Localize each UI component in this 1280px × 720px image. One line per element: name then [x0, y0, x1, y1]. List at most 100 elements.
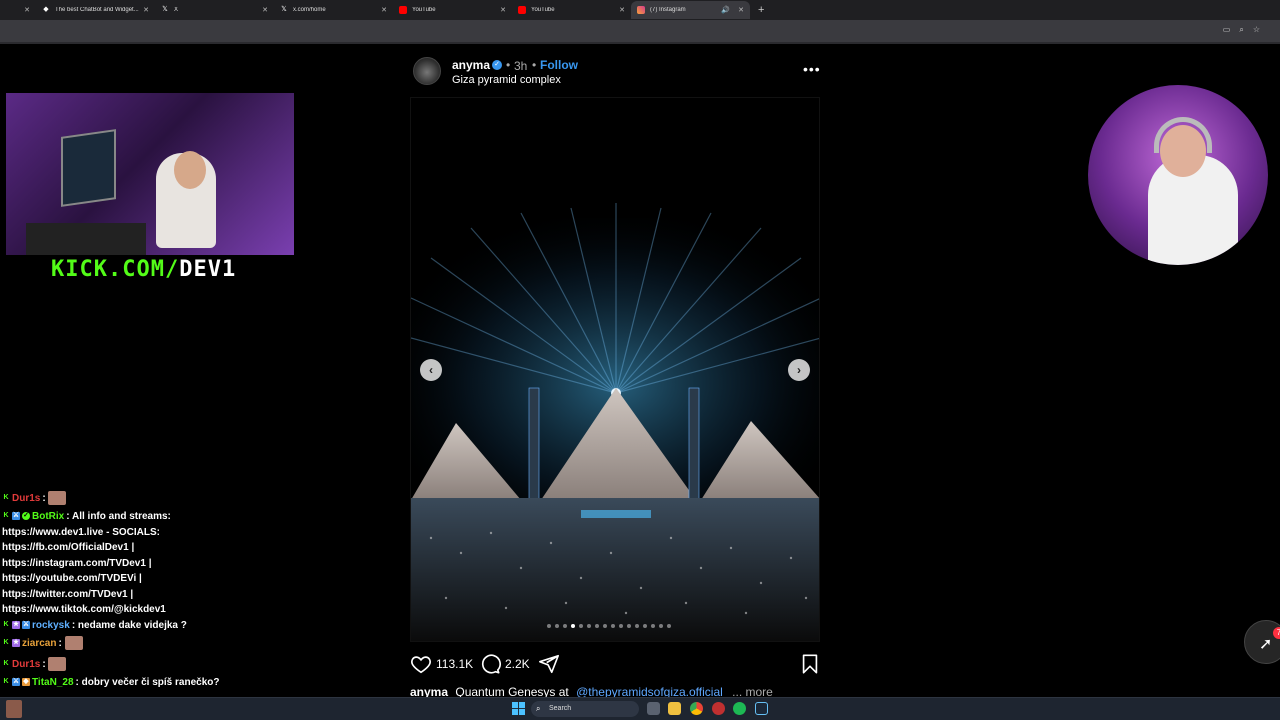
follow-button[interactable]: Follow [540, 58, 578, 72]
like-count[interactable]: 113.1K [436, 657, 473, 671]
chat-message: K ★ ziarcan: [0, 633, 300, 654]
chat-emote [64, 636, 83, 651]
bookmark-icon[interactable] [799, 653, 821, 675]
steam-icon[interactable] [755, 702, 768, 715]
comment-count[interactable]: 2.2K [505, 657, 530, 671]
facecam-overlay [1088, 85, 1268, 265]
taskbar-thumbnail[interactable] [6, 700, 22, 718]
comment-icon[interactable] [479, 653, 501, 675]
chat-text: https://www.dev1.live - SOCIALS: [2, 526, 160, 538]
address-bar-icons: ▭ ⌕ ☆ [1223, 25, 1260, 35]
post-location[interactable]: Giza pyramid complex [452, 74, 561, 86]
chat-badge-mod-icon: ⚔ [22, 620, 30, 629]
carousel-dot [643, 624, 647, 628]
search-placeholder: Search [549, 705, 572, 712]
taskbar-search[interactable]: ⌕ Search [531, 701, 639, 717]
browser-tab[interactable]: ◆ The best ChatBot and Widget... ✕ [36, 1, 155, 19]
carousel-prev-button[interactable]: ‹ [420, 359, 442, 381]
browser-tab[interactable]: YouTube ✕ [512, 1, 631, 19]
chat-emote [48, 491, 67, 506]
separator: • [532, 58, 537, 72]
kick-logo: KICK.COM/DEV1 [51, 257, 251, 282]
chat-text: All info and streams: [71, 511, 171, 522]
streamer-head [174, 151, 206, 189]
chat-message: K ⚔ ✓ BotRix: All info and streams: [0, 509, 300, 525]
spotify-icon[interactable] [733, 702, 746, 715]
task-view-icon[interactable] [647, 702, 660, 715]
chat-message: K ★ ⚔ rockysk: nedame dake videjka ? [0, 618, 300, 634]
speaker-icon[interactable]: 🔊 [721, 6, 730, 14]
more-options-icon[interactable]: ••• [803, 61, 821, 77]
post-actions: 113.1K 2.2K [410, 652, 820, 676]
chat-badge-k-icon: K [3, 660, 9, 668]
new-tab-button[interactable]: + [758, 4, 764, 16]
share-icon[interactable] [538, 653, 560, 675]
browser-tab[interactable]: 𝕏 x.com/home ✕ [274, 1, 393, 19]
chat-username[interactable]: TitaN_28 [32, 677, 74, 688]
chat-badge-k-icon: K [3, 494, 9, 502]
chat-badge-mod-icon: ⚔ [12, 512, 20, 521]
carousel-next-button[interactable]: › [788, 359, 810, 381]
file-explorer-icon[interactable] [668, 702, 681, 715]
browser-tab[interactable]: YouTube ✕ [393, 1, 512, 19]
tab-title: x.com/home [293, 7, 326, 13]
youtube-icon [399, 6, 407, 14]
chat-username[interactable]: ziarcan [22, 638, 56, 649]
chat-badge-k-icon: K [3, 639, 9, 647]
post-time[interactable]: 3h [514, 59, 527, 73]
screen: ✕ ◆ The best ChatBot and Widget... ✕ 𝕏 X… [0, 0, 1280, 720]
chat-message: K Dur1s: [0, 654, 300, 675]
zoom-icon[interactable]: ⌕ [1239, 25, 1243, 35]
chat-username[interactable]: rockysk [32, 620, 70, 631]
bookmark-star-icon[interactable]: ☆ [1253, 25, 1260, 35]
tab-title: The best ChatBot and Widget... [55, 7, 139, 13]
chat-message: K ⚔ ◆ TitaN_28: dobry večer či spíš ranečko… [0, 675, 300, 691]
chat-badge-ok-icon: ✓ [22, 512, 30, 521]
chat-message: https://www.dev1.live - SOCIALS: [0, 525, 300, 541]
chat-text: dobry večer či spíš ranečko? [81, 677, 220, 688]
app-icon[interactable] [712, 702, 725, 715]
tab-close-icon[interactable]: ✕ [262, 6, 268, 14]
post-username[interactable]: anyma [452, 58, 490, 72]
tab-close-icon[interactable]: ✕ [500, 6, 506, 14]
desk-shape [26, 223, 146, 255]
carousel-dot [595, 624, 599, 628]
chat-message: https://www.tiktok.com/@kickdev1 [0, 602, 300, 618]
tab-close-icon[interactable]: ✕ [24, 6, 30, 14]
tab-close-icon[interactable]: ✕ [738, 6, 744, 14]
messages-button[interactable]: ➚ 7 [1244, 620, 1280, 664]
chrome-icon[interactable] [690, 702, 703, 715]
instagram-icon [637, 6, 645, 14]
tab-close-icon[interactable]: ✕ [381, 6, 387, 14]
carousel-dot [547, 624, 551, 628]
messenger-icon: ➚ [1259, 636, 1273, 653]
tab-close-icon[interactable]: ✕ [143, 6, 149, 14]
browser-tab[interactable]: 𝕏 X ✕ [155, 1, 274, 19]
chat-username[interactable]: BotRix [32, 511, 64, 522]
chat-badge-vip-icon: ◆ [22, 678, 30, 687]
post-image[interactable] [410, 97, 820, 642]
chat-username[interactable]: Dur1s [12, 493, 40, 504]
avatar[interactable] [413, 57, 441, 85]
chat-overlay: K Dur1s: K ⚔ ✓ BotRix: All info and streams:… [0, 488, 300, 691]
heart-icon[interactable] [410, 653, 432, 675]
chat-text: https://youtube.com/TVDEVi | [2, 573, 142, 584]
tab-close-icon[interactable]: ✕ [619, 6, 625, 14]
carousel-dot [651, 624, 655, 628]
chat-badge-k-icon: K [3, 678, 9, 686]
windows-start-icon[interactable] [512, 702, 525, 715]
headphones-shape [1154, 117, 1212, 153]
browser-tab[interactable]: ✕ [0, 1, 36, 19]
address-bar[interactable]: ▭ ⌕ ☆ [0, 20, 1280, 42]
browser-tab-active[interactable]: (7) Instagram 🔊 ✕ [631, 1, 750, 19]
tab-title: (7) Instagram [650, 7, 686, 13]
notification-badge: 7 [1273, 627, 1280, 639]
search-icon: ⌕ [536, 704, 541, 713]
carousel-dot [555, 624, 559, 628]
chat-username[interactable]: Dur1s [12, 659, 40, 670]
post-header: anyma ✓ • 3h • Follow Giza pyramid compl… [413, 57, 823, 89]
carousel-dot [667, 624, 671, 628]
browser-tab-bar: ✕ ◆ The best ChatBot and Widget... ✕ 𝕏 X… [0, 0, 1280, 20]
cast-icon[interactable]: ▭ [1223, 25, 1231, 35]
carousel-dot [603, 624, 607, 628]
